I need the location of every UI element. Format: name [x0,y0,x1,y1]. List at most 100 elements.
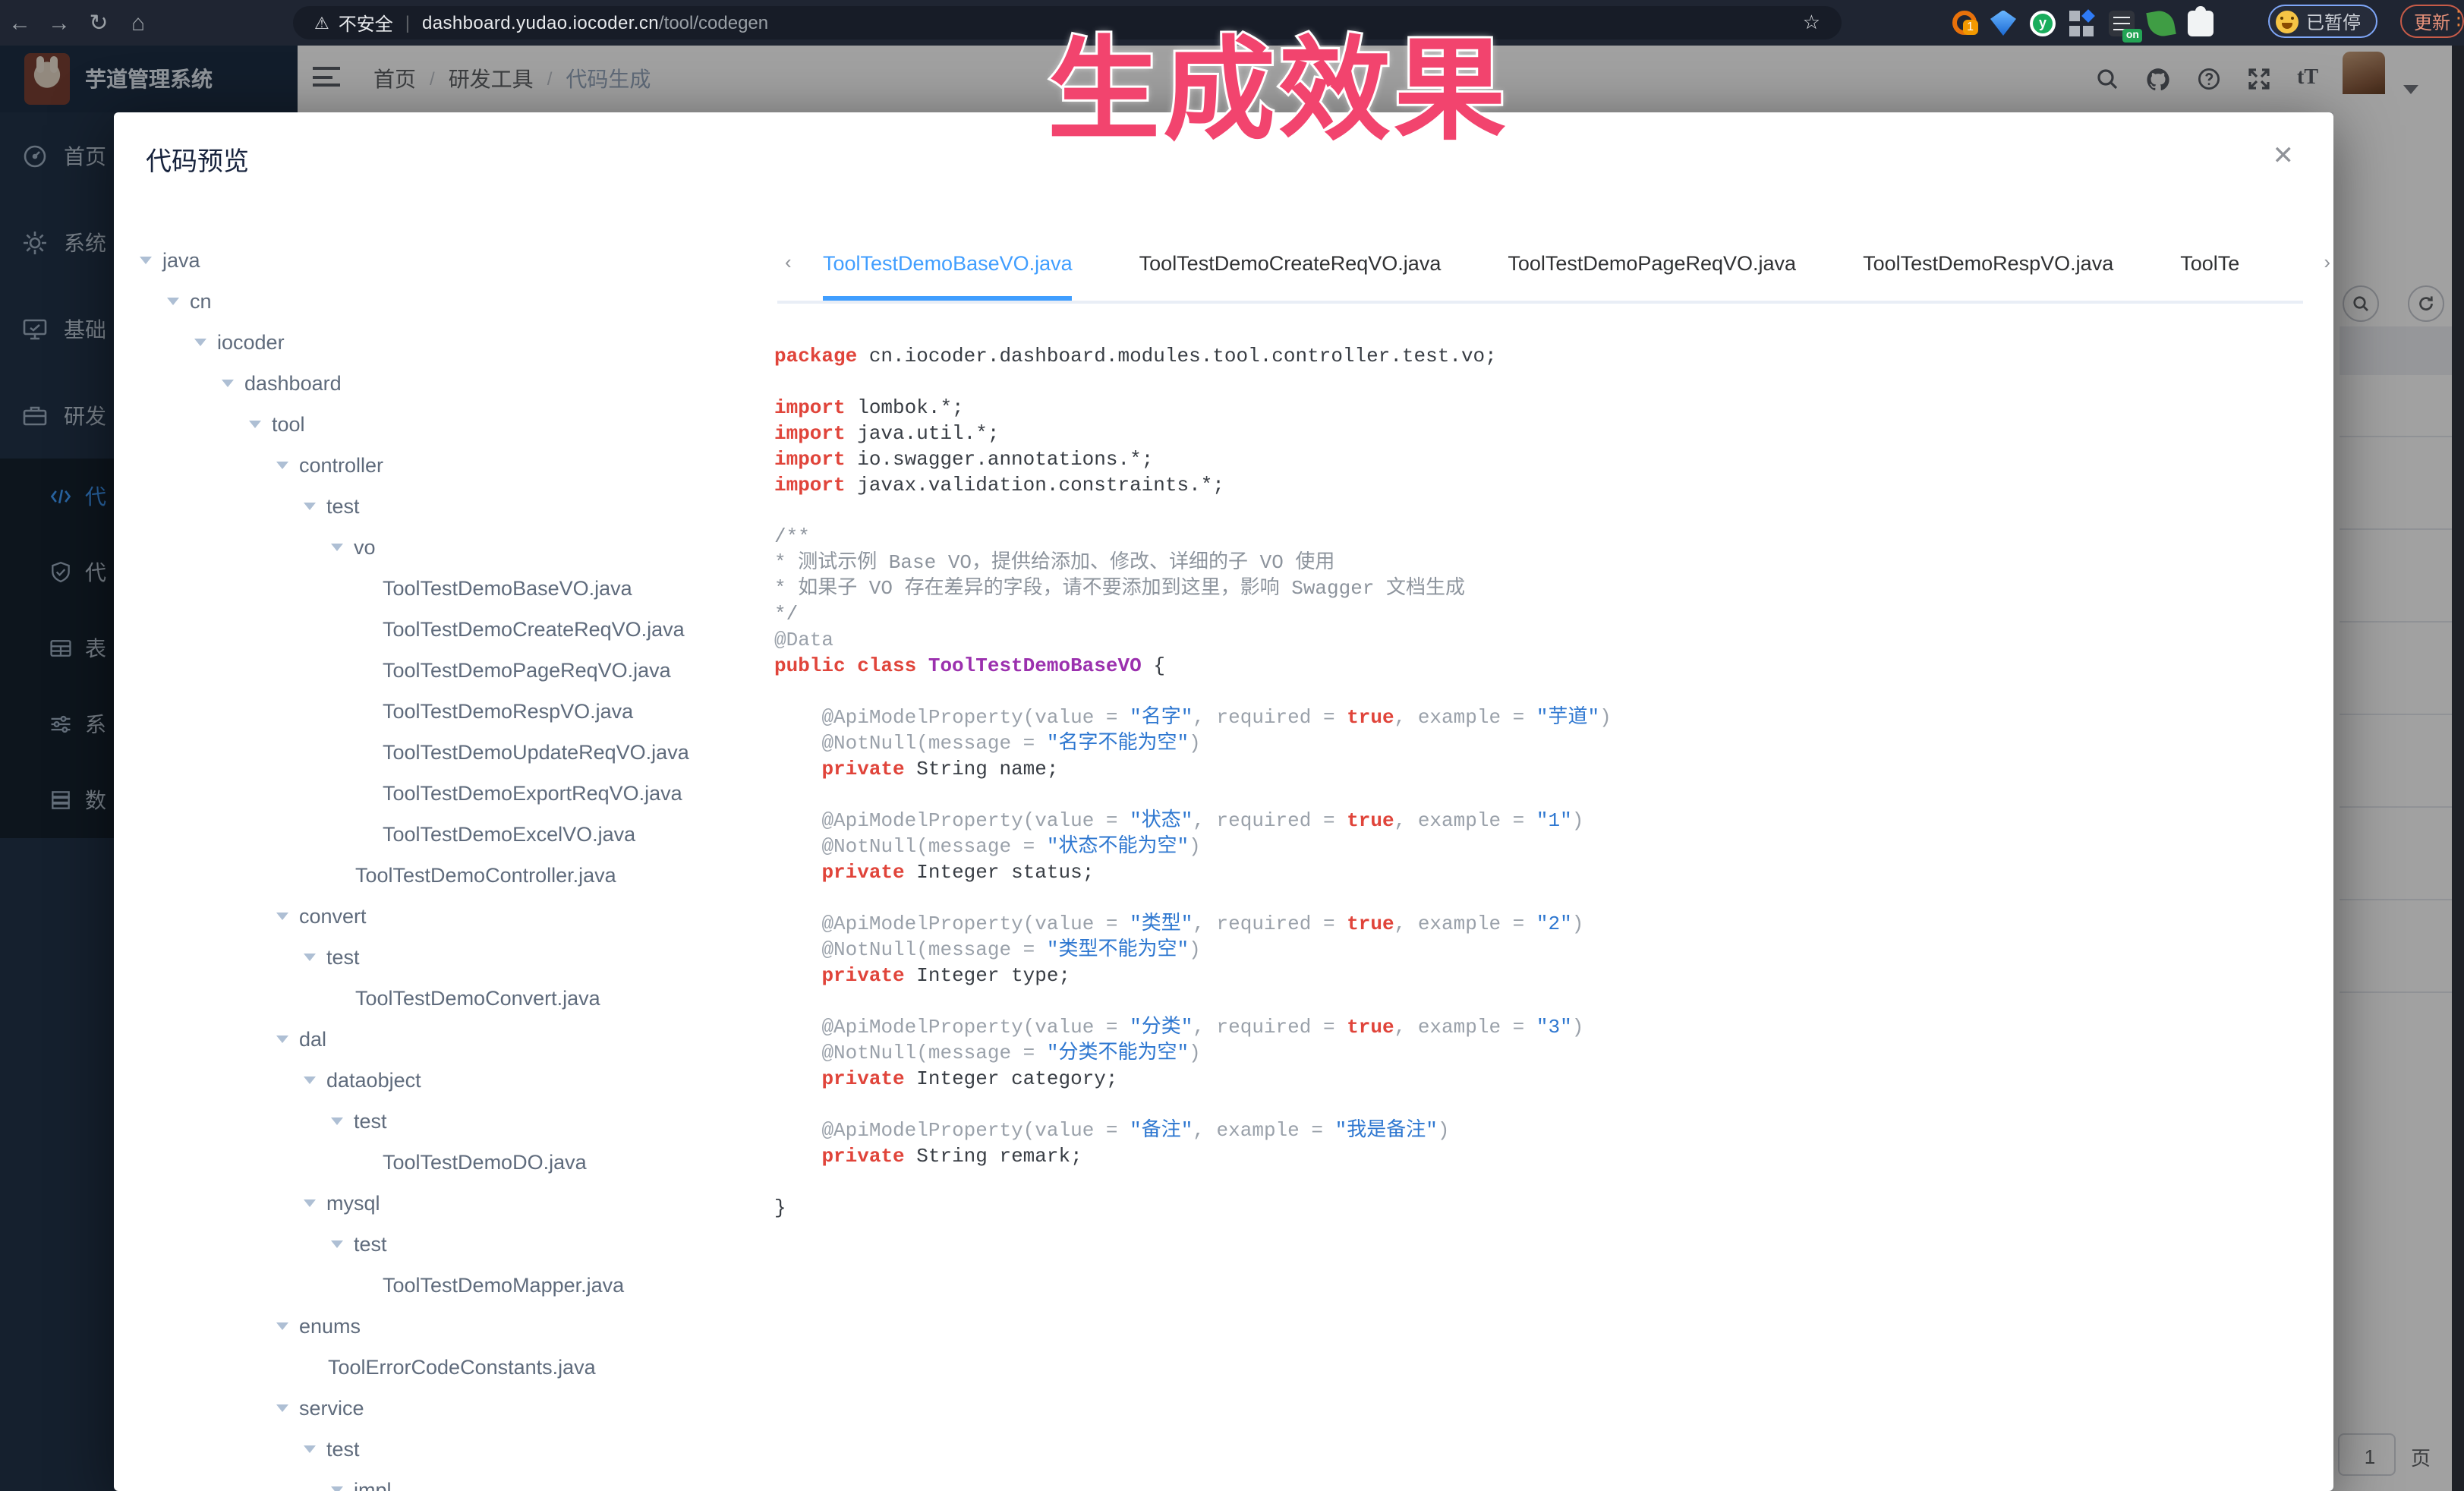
browser-menu-icon[interactable]: ⋮ [2449,6,2464,30]
tree-node[interactable]: ToolErrorCodeConstants.java [114,1347,767,1388]
tree-node[interactable]: test [114,1429,767,1470]
code-line: private String name; [774,756,2306,782]
file-tab-3[interactable]: ToolTestDemoRespVO.java [1863,231,2113,301]
home-icon[interactable]: ⌂ [118,10,158,36]
tree-node[interactable]: tool [114,404,767,445]
tree-expand-icon[interactable] [304,1076,316,1084]
extension-gem-icon[interactable] [1990,10,2016,36]
tree-node[interactable]: iocoder [114,322,767,363]
tree-node[interactable]: impl [114,1470,767,1491]
code-line [774,1092,2306,1117]
tree-expand-icon[interactable] [276,1404,288,1412]
tree-node-label: dal [299,1028,326,1051]
tree-node[interactable]: ToolTestDemoDO.java [114,1142,767,1183]
tree-node-label: cn [190,290,212,313]
address-divider: | [405,12,410,33]
tree-node[interactable]: service [114,1388,767,1429]
tree-expand-icon[interactable] [276,1036,288,1043]
tree-expand-icon[interactable] [304,1445,316,1453]
extension-leaf-icon[interactable] [2146,8,2176,37]
tree-expand-icon[interactable] [222,380,234,387]
tree-node[interactable]: test [114,1101,767,1142]
tree-node[interactable]: test [114,486,767,527]
tree-expand-icon[interactable] [331,544,343,551]
code-line [774,782,2306,808]
tree-expand-icon[interactable] [331,1240,343,1248]
tree-node[interactable]: convert [114,896,767,937]
tabs-scroll-right-icon[interactable]: › [2324,251,2330,273]
extension-y-icon[interactable]: y [2030,10,2056,36]
tree-expand-icon[interactable] [304,954,316,961]
extensions-puzzle-icon[interactable] [2188,10,2214,36]
code-line [774,679,2306,705]
tree-expand-icon[interactable] [304,1199,316,1207]
tree-node-label: ToolTestDemoConvert.java [355,987,600,1010]
file-tree: javacniocoderdashboardtoolcontrollertest… [114,240,767,1491]
tree-node[interactable]: test [114,937,767,978]
tree-node[interactable]: ToolTestDemoCreateReqVO.java [114,609,767,650]
url-host: dashboard.yudao.iocoder.cn [422,12,659,33]
tree-node-label: ToolTestDemoRespVO.java [383,700,633,723]
tree-node[interactable]: ToolTestDemoExcelVO.java [114,814,767,855]
tree-node[interactable]: dataobject [114,1060,767,1101]
tree-expand-icon[interactable] [276,462,288,469]
tree-node[interactable]: ToolTestDemoUpdateReqVO.java [114,732,767,773]
file-tab-0[interactable]: ToolTestDemoBaseVO.java [823,231,1073,301]
tree-node[interactable]: ToolTestDemoConvert.java [114,978,767,1019]
tree-node[interactable]: mysql [114,1183,767,1224]
tree-node[interactable]: controller [114,445,767,486]
tree-expand-icon[interactable] [194,339,206,346]
code-line: @NotNull(message = "状态不能为空") [774,834,2306,859]
tree-node[interactable]: test [114,1224,767,1265]
code-line: @ApiModelProperty(value = "类型", required… [774,911,2306,937]
code-line [774,498,2306,524]
file-tab-4[interactable]: ToolTe [2180,231,2239,301]
code-scroll-area[interactable]: package cn.iocoder.dashboard.modules.too… [774,343,2306,1482]
tree-node[interactable]: enums [114,1306,767,1347]
tree-node[interactable]: ToolTestDemoPageReqVO.java [114,650,767,691]
extension-squares-icon[interactable] [2069,9,2095,36]
tree-expand-icon[interactable] [331,1117,343,1125]
file-tab-1[interactable]: ToolTestDemoCreateReqVO.java [1139,231,1442,301]
close-icon[interactable]: ✕ [2273,143,2295,169]
code-line: package cn.iocoder.dashboard.modules.too… [774,343,2306,369]
forward-icon[interactable]: → [39,10,79,36]
tree-expand-icon[interactable] [304,503,316,510]
tree-node-label: ToolTestDemoBaseVO.java [383,577,632,600]
tree-node[interactable]: ToolTestDemoExportReqVO.java [114,773,767,814]
code-line: private Integer type; [774,963,2306,988]
file-tab-2[interactable]: ToolTestDemoPageReqVO.java [1508,231,1796,301]
not-secure-label[interactable]: 不安全 [339,10,393,36]
extension-orange-ring-icon[interactable]: 1 [1952,11,1977,35]
tabs-scroll-left-icon[interactable]: ‹ [785,251,792,273]
tree-expand-icon[interactable] [249,421,261,428]
tree-expand-icon[interactable] [331,1486,343,1491]
profile-paused-button[interactable]: 已暂停 [2268,5,2377,38]
tree-node[interactable]: dal [114,1019,767,1060]
tree-node-label: ToolTestDemoUpdateReqVO.java [383,741,689,764]
tree-expand-icon[interactable] [167,298,179,305]
code-line: private String remark; [774,1143,2306,1169]
tree-node[interactable]: ToolTestDemoRespVO.java [114,691,767,732]
code-line: */ [774,601,2306,627]
tree-expand-icon[interactable] [276,913,288,920]
tree-node-label: ToolTestDemoMapper.java [383,1274,624,1297]
paused-label: 已暂停 [2306,8,2361,34]
tree-node[interactable]: ToolTestDemoController.java [114,855,767,896]
tree-node[interactable]: ToolTestDemoBaseVO.java [114,568,767,609]
extension-list-icon[interactable]: on [2109,10,2135,36]
tree-expand-icon[interactable] [276,1322,288,1330]
tree-node[interactable]: vo [114,527,767,568]
tree-node[interactable]: cn [114,281,767,322]
profile-emoji-avatar [2276,10,2299,33]
extension-on-badge: on [2123,28,2142,42]
tree-node[interactable]: ToolTestDemoMapper.java [114,1265,767,1306]
refresh-icon[interactable]: ↻ [79,9,118,36]
back-icon[interactable]: ← [0,10,39,36]
tree-expand-icon[interactable] [140,257,152,264]
tree-node[interactable]: java [114,240,767,281]
bookmark-star-icon[interactable]: ☆ [1803,11,1820,35]
tree-node[interactable]: dashboard [114,363,767,404]
app-page: 芋道管理系统 首页 / 研发工具 / 代码生成 tT 首页系统基础研发 代 [0,46,2464,1491]
tree-node-label: mysql [326,1192,380,1215]
